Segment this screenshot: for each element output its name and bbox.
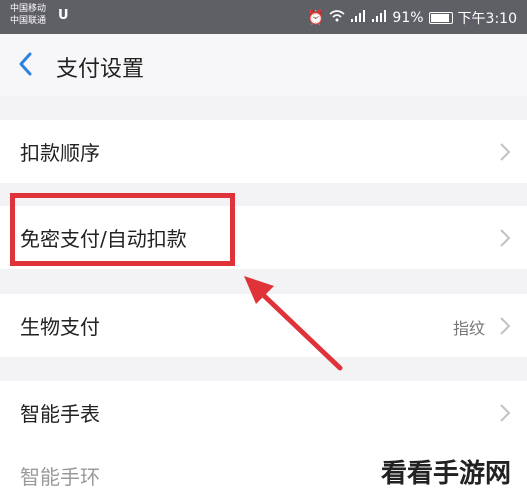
signal-icon-1 bbox=[350, 10, 366, 26]
usb-icon: ᑌ bbox=[58, 8, 69, 23]
alarm-icon: ⏰ bbox=[306, 10, 325, 26]
chevron-right-icon bbox=[500, 317, 511, 335]
settings-item-label: 智能手环 bbox=[20, 465, 100, 489]
settings-item-label: 生物支付 bbox=[20, 315, 100, 339]
status-icons: ⏰ 91% 下午3:10 bbox=[307, 8, 517, 28]
highlight-box bbox=[10, 193, 235, 266]
battery-percent: 91% bbox=[392, 10, 424, 26]
annotation-arrow bbox=[244, 276, 343, 371]
clock: 下午3:10 bbox=[457, 11, 517, 27]
signal-icon-2 bbox=[371, 10, 387, 26]
wifi-icon bbox=[329, 10, 345, 26]
chevron-right-icon bbox=[500, 229, 511, 247]
carrier-info: 中国移动 中国联通 bbox=[10, 3, 46, 27]
settings-item-label: 扣款顺序 bbox=[20, 141, 100, 165]
back-button[interactable] bbox=[10, 44, 44, 84]
settings-item-smart-watch[interactable]: 智能手表 bbox=[0, 381, 527, 444]
page-title: 支付设置 bbox=[56, 57, 145, 82]
watermark: 看看手游网 bbox=[370, 449, 521, 494]
status-bar: 中国移动 中国联通 ᑌ ⏰ 91% 下午3:10 bbox=[0, 0, 527, 34]
battery-icon bbox=[428, 12, 453, 24]
settings-item-label: 智能手表 bbox=[20, 402, 100, 426]
back-arrow-icon bbox=[19, 52, 32, 76]
chevron-right-icon bbox=[500, 404, 511, 422]
biometric-value: 指纹 bbox=[452, 319, 485, 338]
carrier-1: 中国移动 bbox=[10, 4, 47, 14]
settings-item-deduction-order[interactable]: 扣款顺序 bbox=[0, 120, 527, 183]
nav-header: 支付设置 bbox=[0, 34, 527, 96]
chevron-right-icon bbox=[500, 143, 511, 161]
carrier-2: 中国联通 bbox=[10, 16, 47, 26]
